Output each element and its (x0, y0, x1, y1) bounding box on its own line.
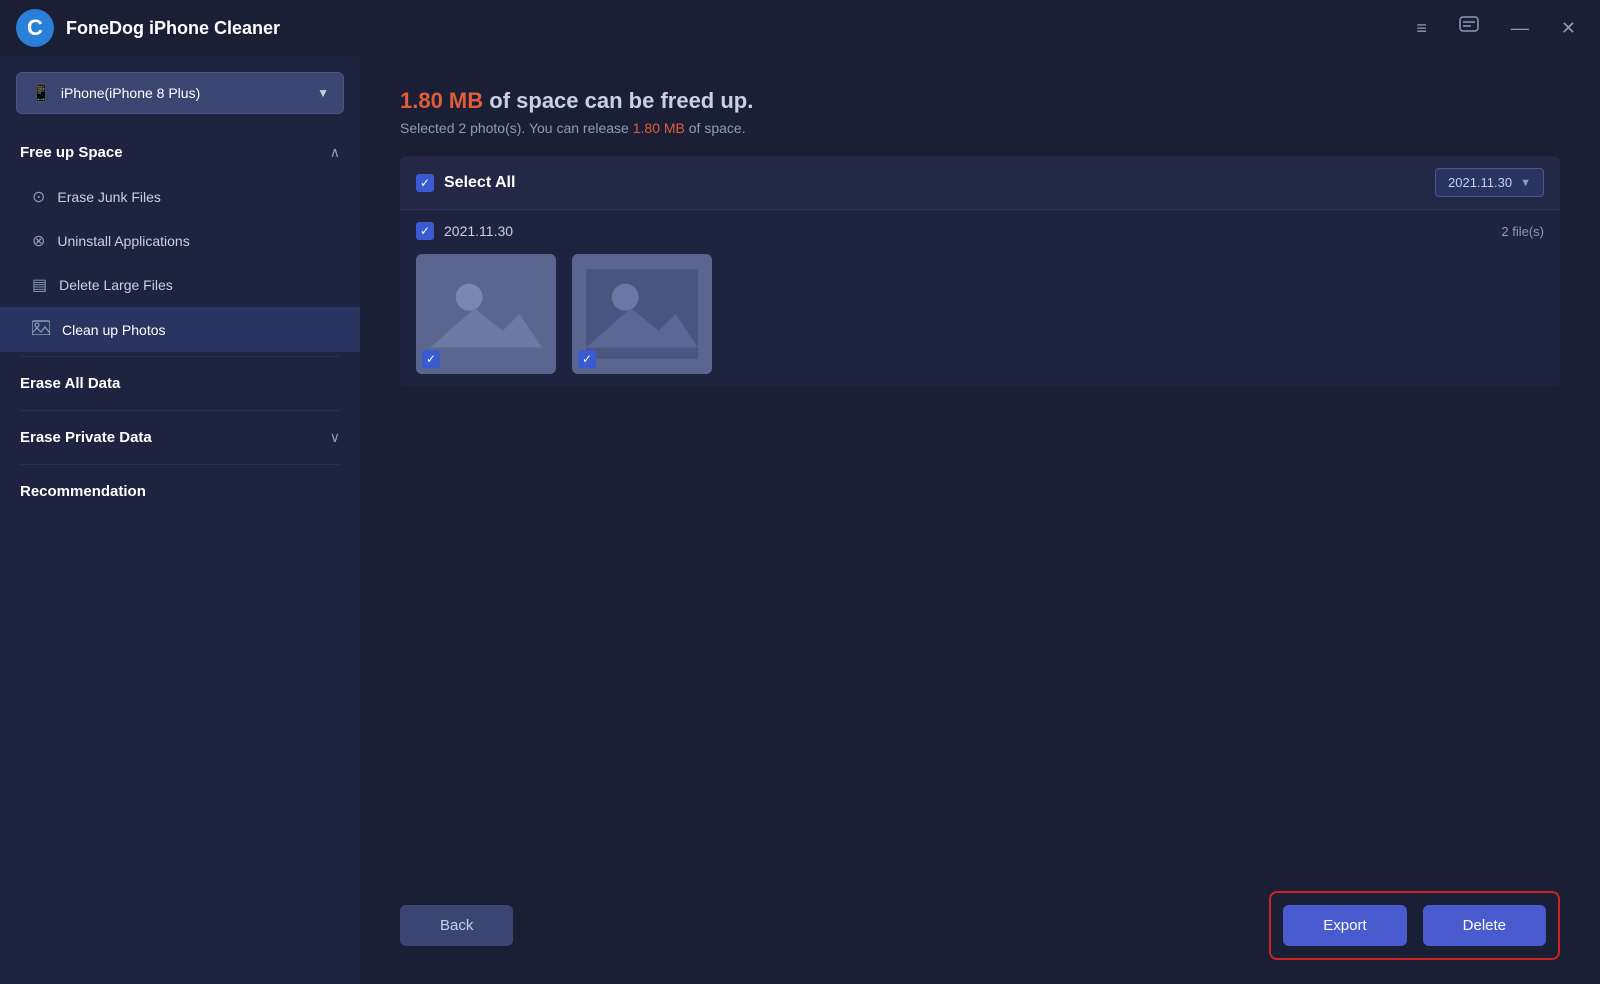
chat-icon (1459, 16, 1479, 36)
title-bar-left: C FoneDog iPhone Cleaner (16, 9, 280, 47)
action-buttons-highlighted: Export Delete (1269, 891, 1560, 960)
file-count: 2 file(s) (1501, 224, 1544, 239)
date-group: ✓ 2021.11.30 2 file(s) ✓ (400, 210, 1560, 386)
sidebar-divider-2 (20, 410, 340, 411)
chevron-down-icon: ▼ (317, 86, 329, 100)
photo-placeholder-icon (430, 266, 542, 362)
erase-private-data-chevron: ∨ (330, 429, 340, 446)
clock-icon: ⊙ (32, 187, 45, 207)
app-logo: C (16, 9, 54, 47)
date-dropdown[interactable]: 2021.11.30 ▼ (1435, 168, 1544, 197)
sidebar-divider-1 (20, 356, 340, 357)
device-name: iPhone(iPhone 8 Plus) (61, 85, 200, 101)
svg-text:C: C (27, 15, 43, 40)
title-bar-controls: ≡ — ✕ (1408, 12, 1584, 45)
main-layout: 📱 iPhone(iPhone 8 Plus) ▼ Free up Space … (0, 56, 1600, 984)
sidebar-item-uninstall-applications[interactable]: ⊗ Uninstall Applications (0, 219, 360, 263)
space-amount: 1.80 MB (400, 88, 483, 113)
sidebar: 📱 iPhone(iPhone 8 Plus) ▼ Free up Space … (0, 56, 360, 984)
date-group-checkbox[interactable]: ✓ (416, 222, 434, 240)
export-button[interactable]: Export (1283, 905, 1406, 946)
sidebar-divider-3 (20, 464, 340, 465)
photo-2-checkbox[interactable]: ✓ (578, 350, 596, 368)
minimize-button[interactable]: — (1503, 14, 1537, 43)
space-headline: 1.80 MB of space can be freed up. (400, 88, 1560, 114)
title-bar: C FoneDog iPhone Cleaner ≡ — ✕ (0, 0, 1600, 56)
photo-1-checkbox[interactable]: ✓ (422, 350, 440, 368)
space-subtext: Selected 2 photo(s). You can release 1.8… (400, 120, 1560, 136)
photo-thumbnail[interactable]: ✓ (572, 254, 712, 374)
sidebar-item-clean-up-photos[interactable]: Clean up Photos (0, 307, 360, 352)
photo-placeholder-icon (586, 266, 698, 362)
date-label: 2021.11.30 (444, 223, 513, 239)
free-up-space-chevron: ∧ (330, 144, 340, 161)
photo-thumbnail[interactable]: ✓ (416, 254, 556, 374)
space-info: 1.80 MB of space can be freed up. Select… (400, 88, 1560, 136)
menu-button[interactable]: ≡ (1408, 14, 1435, 43)
erase-all-data-label: Erase All Data (20, 375, 120, 392)
uninstall-applications-label: Uninstall Applications (57, 233, 189, 249)
date-dropdown-value: 2021.11.30 (1448, 175, 1512, 190)
circle-x-icon: ⊗ (32, 231, 45, 251)
back-button[interactable]: Back (400, 905, 513, 946)
erase-junk-files-label: Erase Junk Files (57, 189, 160, 205)
select-all-label: Select All (444, 174, 515, 192)
erase-private-data-header[interactable]: Erase Private Data ∨ (0, 415, 360, 460)
sidebar-item-erase-junk-files[interactable]: ⊙ Erase Junk Files (0, 175, 360, 219)
delete-large-files-label: Delete Large Files (59, 277, 173, 293)
delete-button[interactable]: Delete (1423, 905, 1546, 946)
release-amount: 1.80 MB (633, 120, 685, 136)
close-button[interactable]: ✕ (1553, 14, 1584, 43)
free-up-space-header[interactable]: Free up Space ∧ (0, 130, 360, 175)
date-group-header: ✓ 2021.11.30 2 file(s) (416, 222, 1544, 240)
content-area: 1.80 MB of space can be freed up. Select… (360, 56, 1600, 984)
file-icon: ▤ (32, 275, 47, 295)
chat-button[interactable] (1451, 12, 1487, 45)
app-title: FoneDog iPhone Cleaner (66, 18, 280, 39)
clean-up-photos-label: Clean up Photos (62, 322, 166, 338)
sidebar-item-delete-large-files[interactable]: ▤ Delete Large Files (0, 263, 360, 307)
bottom-action-bar: Back Export Delete (360, 867, 1600, 984)
date-dropdown-arrow-icon: ▼ (1520, 177, 1531, 189)
sidebar-item-erase-all-data[interactable]: Erase All Data (0, 361, 360, 406)
sidebar-item-recommendation[interactable]: Recommendation (0, 469, 360, 514)
select-all-bar: ✓ Select All 2021.11.30 ▼ (400, 156, 1560, 210)
phone-icon: 📱 (31, 83, 51, 103)
selected-count: 2 (458, 120, 466, 136)
sidebar-section-free-up-space: Free up Space ∧ ⊙ Erase Junk Files ⊗ Uni… (0, 130, 360, 352)
photos-grid: ✓ ✓ (416, 254, 1544, 374)
free-up-space-title: Free up Space (20, 144, 123, 161)
select-all-checkbox[interactable]: ✓ (416, 174, 434, 192)
erase-private-data-title: Erase Private Data (20, 429, 152, 446)
photo-icon (32, 319, 50, 340)
device-selector[interactable]: 📱 iPhone(iPhone 8 Plus) ▼ (16, 72, 344, 114)
space-headline-suffix: of space can be freed up. (483, 88, 753, 113)
recommendation-label: Recommendation (20, 483, 146, 500)
